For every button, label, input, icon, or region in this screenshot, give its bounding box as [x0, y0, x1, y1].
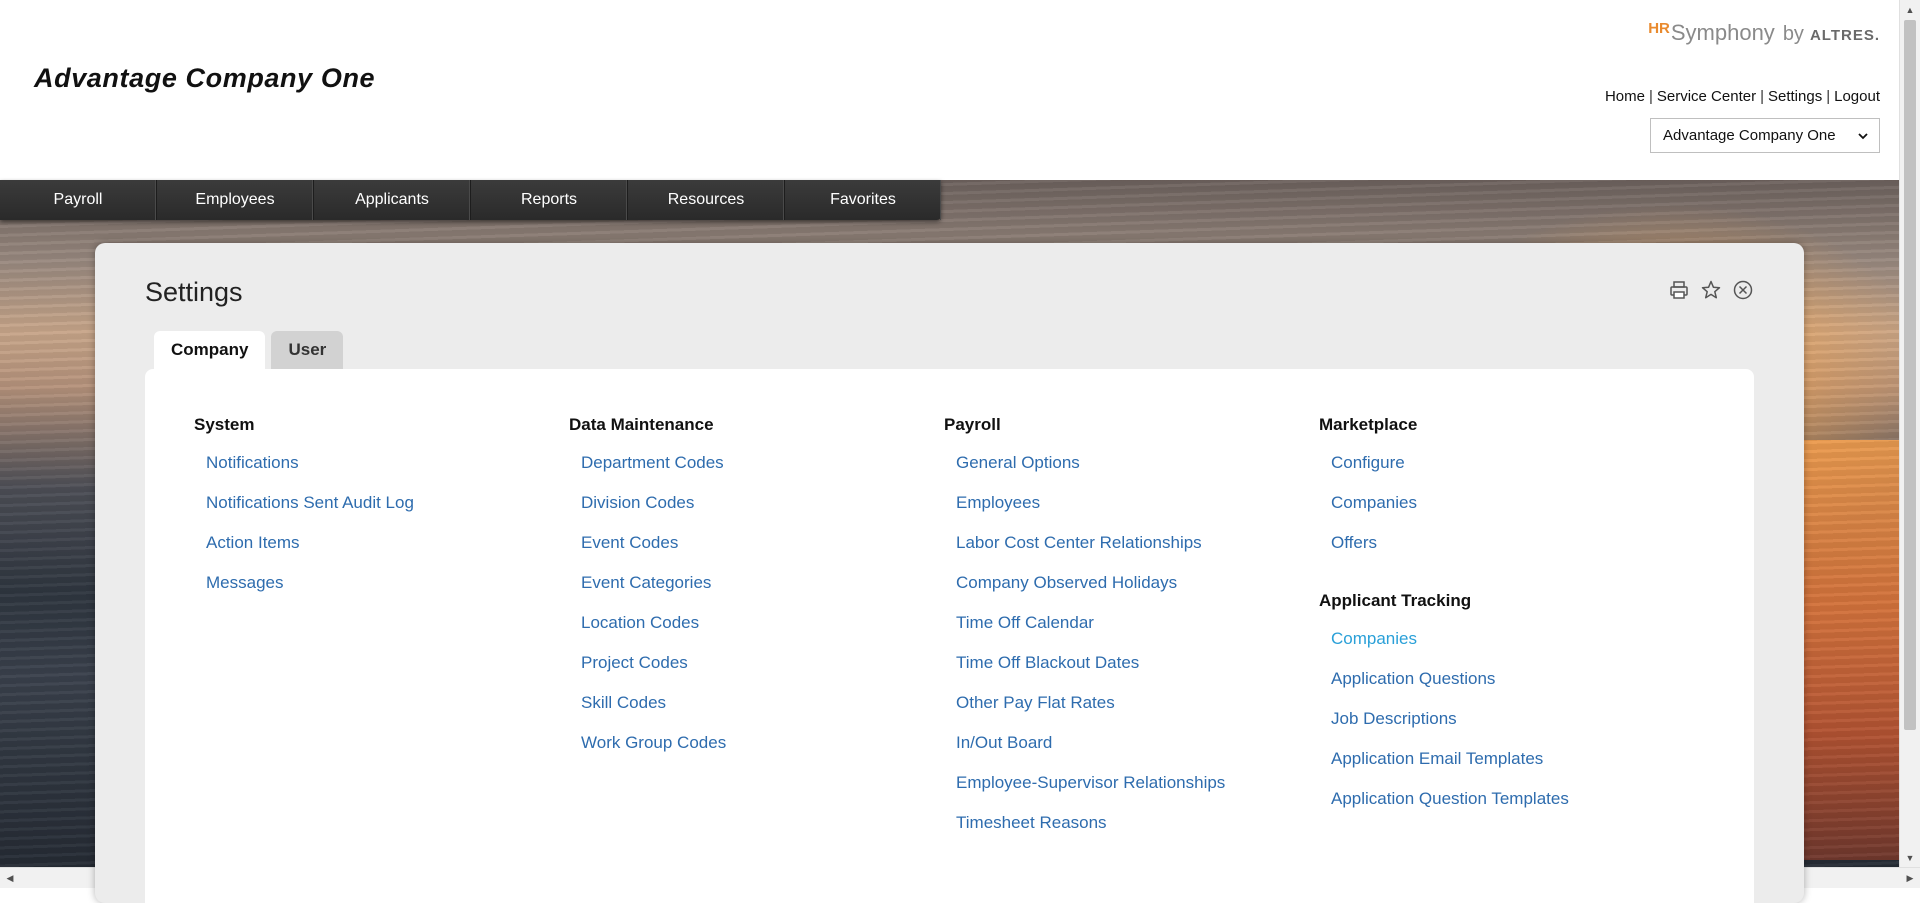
page-header: Advantage Company One HR Symphony by ALT…: [0, 0, 1900, 180]
nav-favorites[interactable]: Favorites: [785, 180, 941, 220]
data-maintenance-section: Data Maintenance Department Codes Divisi…: [569, 413, 899, 773]
job-descriptions-link[interactable]: Job Descriptions: [1331, 709, 1649, 749]
company-title: Advantage Company One: [34, 63, 376, 93]
scroll-left-icon[interactable]: ◀: [0, 868, 20, 888]
logo-by-text: by: [1782, 23, 1804, 45]
time-off-blackout-dates-link[interactable]: Time Off Blackout Dates: [956, 653, 1274, 693]
system-section: System Notifications Notifications Sent …: [194, 413, 524, 613]
notifications-sent-audit-log-link[interactable]: Notifications Sent Audit Log: [206, 493, 524, 533]
scroll-right-icon[interactable]: ▶: [1900, 868, 1920, 888]
settings-panel: Settings Company User System Notificatio…: [95, 243, 1804, 903]
department-codes-link[interactable]: Department Codes: [581, 453, 899, 493]
nav-employees[interactable]: Employees: [157, 180, 314, 220]
vertical-scrollbar[interactable]: ▲ ▼: [1899, 0, 1920, 868]
panel-actions: [1668, 279, 1754, 301]
section-heading: System: [194, 415, 255, 434]
section-heading: Applicant Tracking: [1319, 591, 1472, 610]
applicant-tracking-section: Applicant Tracking Companies Application…: [1319, 589, 1649, 829]
event-categories-link[interactable]: Event Categories: [581, 573, 899, 613]
link-separator: |: [1648, 88, 1653, 105]
settings-link[interactable]: Settings: [1768, 88, 1822, 105]
logout-link[interactable]: Logout: [1834, 88, 1880, 105]
offers-link[interactable]: Offers: [1331, 533, 1649, 573]
employees-link[interactable]: Employees: [956, 493, 1274, 533]
company-observed-holidays-link[interactable]: Company Observed Holidays: [956, 573, 1274, 613]
messages-link[interactable]: Messages: [206, 573, 524, 613]
link-separator: |: [1760, 88, 1764, 105]
scroll-up-icon[interactable]: ▲: [1900, 0, 1920, 20]
time-off-calendar-link[interactable]: Time Off Calendar: [956, 613, 1274, 653]
company-select[interactable]: Advantage Company One: [1650, 118, 1880, 153]
print-icon[interactable]: [1668, 279, 1690, 301]
action-items-link[interactable]: Action Items: [206, 533, 524, 573]
marketplace-section: Marketplace Configure Companies Offers A…: [1319, 413, 1649, 829]
event-codes-link[interactable]: Event Codes: [581, 533, 899, 573]
vertical-scrollbar-thumb[interactable]: [1904, 20, 1916, 730]
tab-user[interactable]: User: [271, 331, 344, 369]
notifications-link[interactable]: Notifications: [206, 453, 524, 493]
link-separator: |: [1826, 88, 1831, 105]
nav-resources[interactable]: Resources: [628, 180, 785, 220]
nav-applicants[interactable]: Applicants: [314, 180, 471, 220]
chevron-down-icon: [1858, 132, 1868, 139]
service-center-link[interactable]: Service Center: [1657, 88, 1756, 105]
marketplace-companies-link[interactable]: Companies: [1331, 493, 1649, 533]
settings-content: System Notifications Notifications Sent …: [145, 369, 1754, 903]
page-title: Settings: [145, 277, 243, 307]
scroll-down-icon[interactable]: ▼: [1900, 848, 1920, 868]
employee-supervisor-relationships-link[interactable]: Employee-Supervisor Relationships: [956, 773, 1274, 813]
work-group-codes-link[interactable]: Work Group Codes: [581, 733, 899, 773]
application-question-templates-link[interactable]: Application Question Templates: [1331, 789, 1649, 829]
payroll-section: Payroll General Options Employees Labor …: [944, 413, 1274, 853]
applicant-tracking-companies-link[interactable]: Companies: [1331, 629, 1649, 669]
labor-cost-center-relationships-link[interactable]: Labor Cost Center Relationships: [956, 533, 1274, 573]
close-circle-icon[interactable]: [1732, 279, 1754, 301]
skill-codes-link[interactable]: Skill Codes: [581, 693, 899, 733]
star-icon[interactable]: [1700, 279, 1722, 301]
division-codes-link[interactable]: Division Codes: [581, 493, 899, 533]
company-select-value: Advantage Company One: [1663, 127, 1836, 144]
project-codes-link[interactable]: Project Codes: [581, 653, 899, 693]
other-pay-flat-rates-link[interactable]: Other Pay Flat Rates: [956, 693, 1274, 733]
logo-altres-text: ALTRES.: [1809, 27, 1880, 44]
application-email-templates-link[interactable]: Application Email Templates: [1331, 749, 1649, 789]
location-codes-link[interactable]: Location Codes: [581, 613, 899, 653]
settings-tabs: Company User: [154, 331, 344, 369]
timesheet-reasons-link[interactable]: Timesheet Reasons: [956, 813, 1274, 853]
home-link[interactable]: Home: [1605, 88, 1645, 105]
section-heading: Marketplace: [1319, 415, 1418, 434]
in-out-board-link[interactable]: In/Out Board: [956, 733, 1274, 773]
section-heading: Data Maintenance: [569, 415, 714, 434]
logo-symphony-text: Symphony: [1670, 20, 1775, 45]
nav-payroll[interactable]: Payroll: [0, 180, 157, 220]
logo-hr-text: HR: [1648, 20, 1670, 37]
hr-symphony-logo: HR Symphony by ALTRES.: [1648, 20, 1880, 46]
application-questions-link[interactable]: Application Questions: [1331, 669, 1649, 709]
section-heading: Payroll: [944, 415, 1001, 434]
configure-link[interactable]: Configure: [1331, 453, 1649, 493]
tab-company[interactable]: Company: [154, 331, 266, 369]
main-nav: Payroll Employees Applicants Reports Res…: [0, 180, 941, 220]
general-options-link[interactable]: General Options: [956, 453, 1274, 493]
nav-reports[interactable]: Reports: [471, 180, 628, 220]
top-links: Home | Service Center | Settings | Logout: [1605, 88, 1880, 105]
